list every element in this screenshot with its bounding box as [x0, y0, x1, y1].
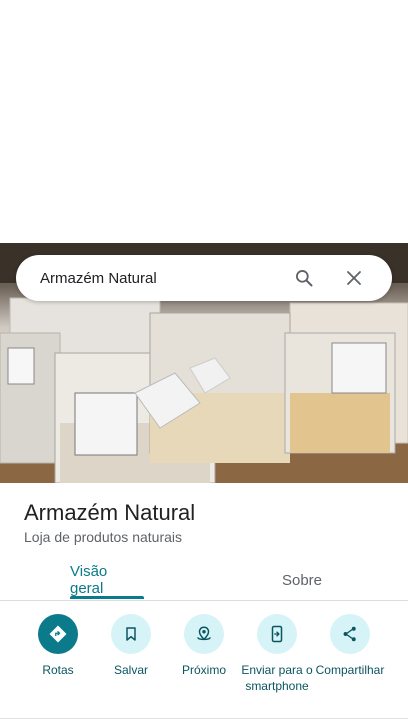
action-row: Rotas Salvar Próximo Enviar para o smart… — [0, 612, 408, 712]
tab-overview[interactable]: Visão geral — [70, 560, 144, 600]
search-input[interactable]: Armazém Natural — [40, 270, 292, 287]
directions-button[interactable]: Rotas — [20, 612, 96, 678]
save-label: Salvar — [113, 663, 148, 677]
send-to-phone-icon — [257, 614, 297, 654]
share-icon — [330, 614, 370, 654]
divider — [0, 718, 408, 719]
directions-icon — [38, 614, 78, 654]
close-icon[interactable] — [342, 266, 366, 290]
nearby-label: Próximo — [181, 663, 226, 677]
search-bar[interactable]: Armazém Natural — [16, 255, 392, 301]
share-label: Compartilhar — [315, 663, 385, 677]
nearby-button[interactable]: Próximo — [166, 612, 242, 678]
search-icon[interactable] — [292, 266, 316, 290]
directions-label: Rotas — [42, 663, 74, 677]
place-name: Armazém Natural — [24, 500, 196, 525]
place-category: Loja de produtos naturais — [24, 529, 182, 545]
share-button[interactable]: Compartilhar — [312, 612, 388, 678]
nearby-icon — [184, 614, 224, 654]
bookmark-icon — [111, 614, 151, 654]
save-button[interactable]: Salvar — [93, 612, 169, 678]
place-tabs: Visão geral Sobre — [0, 560, 408, 601]
send-to-phone-label: Enviar para o smartphone — [241, 663, 313, 693]
send-to-phone-button[interactable]: Enviar para o smartphone — [239, 612, 315, 694]
active-tab-indicator — [70, 596, 144, 599]
tab-about[interactable]: Sobre — [265, 560, 339, 600]
